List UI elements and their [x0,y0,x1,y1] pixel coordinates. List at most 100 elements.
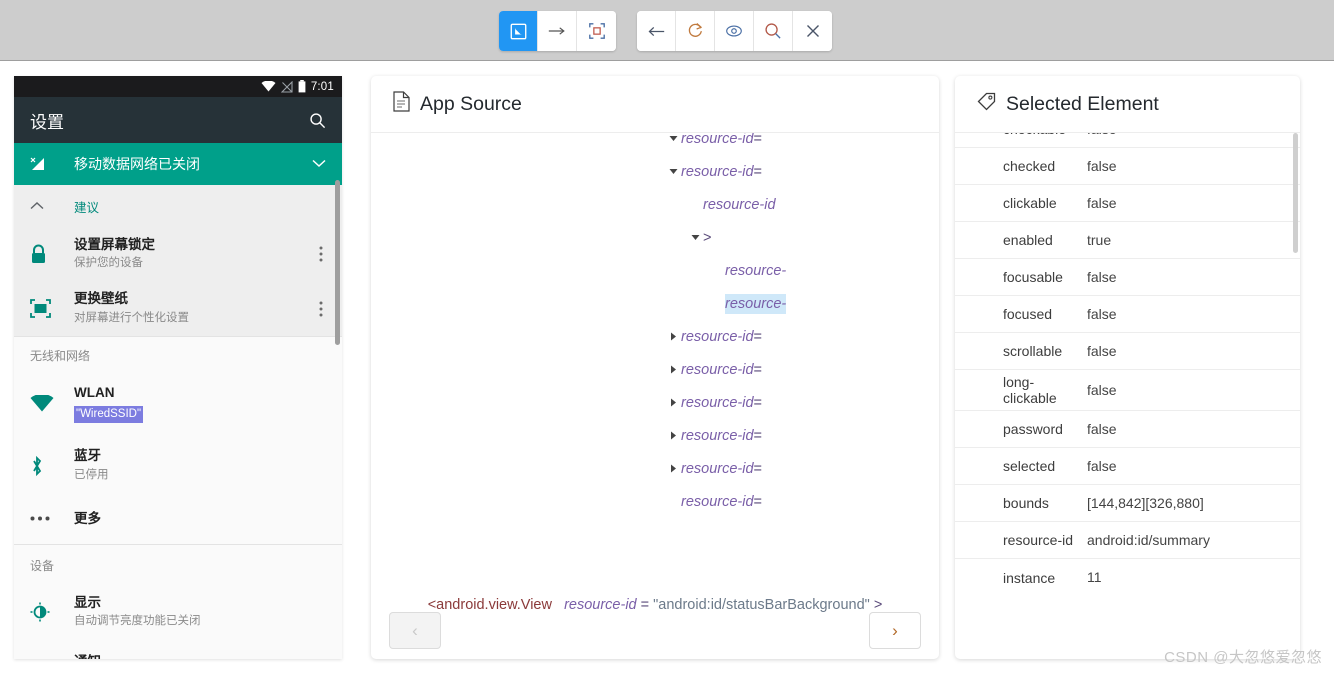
source-tree-row[interactable]: resource-id= [371,155,939,188]
source-tree-row[interactable]: resource-id= [371,419,939,452]
attribute-value: false [1087,457,1117,474]
attribute-value: android:id/summary [1087,531,1210,548]
attribute-row[interactable]: checked false [955,148,1300,185]
prev-page-button[interactable]: ‹ [389,612,441,649]
next-page-button[interactable]: › [869,612,921,649]
attribute-row[interactable]: focused false [955,296,1300,333]
attribute-row[interactable]: long-clickable false [955,370,1300,411]
attribute-row[interactable]: selected false [955,448,1300,485]
source-tree-row[interactable]: resource-id [371,188,939,221]
attribute-row[interactable]: resource-id android:id/summary [955,522,1300,559]
search-button[interactable] [754,11,793,51]
device-screen-scrollbar[interactable] [335,180,340,345]
source-tree-row-code: resource-id= [681,133,762,147]
caret-right-icon[interactable] [665,431,681,440]
source-tree-row[interactable]: > [371,221,939,254]
attribute-row[interactable]: enabled true [955,222,1300,259]
app-source-title: App Source [420,92,522,115]
attribute-row[interactable]: bounds [144,842][326,880] [955,485,1300,522]
attribute-value: 11 [1087,569,1102,586]
attributes-scrollbar[interactable] [1293,133,1298,253]
status-bar-time: 7:01 [310,80,334,93]
attribute-row[interactable]: scrollable false [955,333,1300,370]
search-icon[interactable] [309,112,326,129]
caret-right-icon[interactable] [665,365,681,374]
attributes-table[interactable]: checkablefalsecheckedfalseclickablefalse… [955,133,1300,659]
tap-by-coordinates-tool[interactable] [577,11,616,51]
settings-row-title: 通知 [74,654,101,659]
suggestion-title: 更换壁纸 [74,291,128,307]
suggestion-text: 设置屏幕锁定 保护您的设备 [74,236,312,272]
attribute-row[interactable]: checkablefalse [955,133,1300,148]
settings-row-title: 显示 [74,595,101,611]
appium-inspector-window: 7:01 设置 移动数据网络已关闭 建议 设置屏幕锁定 保护您的设备 更换壁纸 … [0,0,1334,673]
source-tree-row-code: resource-id= [681,361,762,378]
settings-row-notifications[interactable]: 通知 已允许所有应用发送通知 [14,642,342,659]
attribute-key: selected [1003,458,1056,474]
suggestion-row-wallpaper[interactable]: 更换壁纸 对屏幕进行个性化设置 [14,281,342,336]
source-tree-row[interactable]: resource-id= [371,452,939,485]
settings-row-display[interactable]: 显示 自动调节亮度功能已关闭 [14,584,342,643]
settings-row-more[interactable]: 更多 [14,495,342,545]
caret-down-icon[interactable] [665,135,681,142]
attribute-key: checked [1003,158,1056,174]
chevron-down-icon[interactable] [312,155,326,173]
mobile-data-banner[interactable]: 移动数据网络已关闭 [14,143,342,185]
section-header-device: 设备 [14,545,342,585]
selected-element-panel: Selected Element checkablefalsecheckedfa… [955,76,1300,659]
settings-row-text: 蓝牙 已停用 [74,447,330,483]
caret-right-icon[interactable] [665,332,681,341]
swipe-tool[interactable] [538,11,577,51]
source-tree-row[interactable]: resource-id= [371,133,939,155]
signal-off-icon [280,80,293,93]
select-element-tool[interactable] [499,11,538,51]
arrow-right-icon [548,27,565,35]
attribute-value: false [1087,381,1117,398]
suggestion-subtitle: 对屏幕进行个性化设置 [74,311,189,324]
chevron-up-icon [30,197,60,215]
settings-row-title: 更多 [74,510,101,526]
source-tree-row[interactable]: resource-id= [371,485,939,518]
caret-down-icon[interactable] [665,168,681,175]
attribute-row[interactable]: clickable false [955,185,1300,222]
source-tree-row-code: resource-id= [681,163,762,180]
settings-row-wlan[interactable]: WLAN "WiredSSID" [14,369,342,436]
attribute-row[interactable]: password false [955,411,1300,448]
attribute-value: false [1087,305,1117,322]
refresh-button[interactable] [676,11,715,51]
back-button[interactable] [637,11,676,51]
attribute-row[interactable]: instance 11 [955,559,1300,596]
source-tree-row[interactable]: resource-id= [371,353,939,386]
settings-row-title: WLAN [74,384,115,400]
caret-right-icon[interactable] [665,464,681,473]
section-header-wireless: 无线和网络 [14,336,342,370]
settings-row-text: 通知 已允许所有应用发送通知 [74,653,330,659]
selected-element-title: Selected Element [1006,92,1159,115]
attribute-value: false [1087,194,1117,211]
lock-icon [30,244,74,264]
source-tree[interactable]: resource-id= resource-id= resource-id > r… [371,133,939,659]
close-x-icon [806,25,819,37]
magnifier-icon [765,23,781,39]
attribute-key: long-clickable [1003,374,1057,406]
arrow-left-icon [648,26,665,36]
source-tree-row[interactable]: resource-id= [371,320,939,353]
attribute-row[interactable]: focusable false [955,259,1300,296]
suggestions-header[interactable]: 建议 [14,185,342,227]
settings-row-bluetooth[interactable]: 蓝牙 已停用 [14,435,342,496]
source-tree-row-selected[interactable]: resource- [371,287,939,320]
attribute-value: false [1087,420,1117,437]
close-button[interactable] [793,11,832,51]
source-tree-row[interactable]: resource-id= [371,386,939,419]
caret-down-icon[interactable] [687,234,703,241]
selected-element-header: Selected Element [955,76,1300,133]
device-screen-panel[interactable]: 7:01 设置 移动数据网络已关闭 建议 设置屏幕锁定 保护您的设备 更换壁纸 … [14,76,342,659]
suggestion-row-screen-lock[interactable]: 设置屏幕锁定 保护您的设备 [14,227,342,282]
more-vert-icon[interactable] [312,246,330,262]
source-tree-row[interactable]: resource- [371,254,939,287]
more-vert-icon[interactable] [312,301,330,317]
recording-button[interactable] [715,11,754,51]
caret-right-icon[interactable] [665,398,681,407]
battery-icon [298,80,306,93]
suggestion-text: 更换壁纸 对屏幕进行个性化设置 [74,290,312,326]
